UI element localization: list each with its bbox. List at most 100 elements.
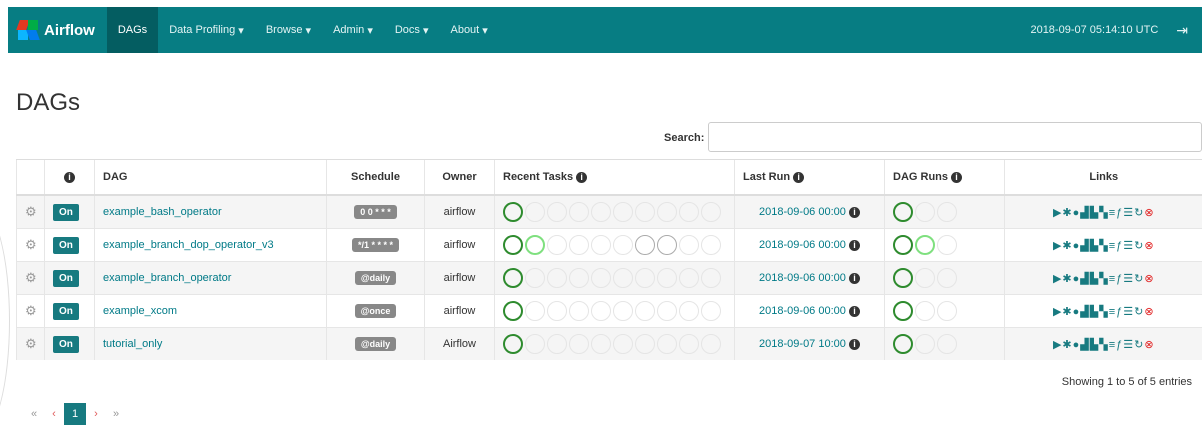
first-page-button[interactable]: «: [24, 403, 44, 425]
last-run-link[interactable]: 2018-09-06 00:00: [759, 239, 846, 251]
run-state-circle[interactable]: [915, 202, 935, 222]
trigger-icon[interactable]: ▶: [1053, 339, 1062, 351]
tree-view-icon[interactable]: ✱: [1062, 240, 1072, 252]
brand[interactable]: Airflow: [8, 7, 107, 53]
trigger-icon[interactable]: ▶: [1053, 207, 1062, 219]
last-run-link[interactable]: 2018-09-07 10:00: [759, 338, 846, 350]
task-state-circle[interactable]: [525, 268, 545, 288]
info-icon[interactable]: i: [576, 172, 587, 183]
tries-icon[interactable]: ▙: [1090, 306, 1099, 318]
refresh-icon[interactable]: ↻: [1134, 207, 1144, 219]
task-state-circle[interactable]: [503, 235, 523, 255]
refresh-icon[interactable]: ↻: [1134, 306, 1144, 318]
prev-page-button[interactable]: ‹: [44, 403, 64, 425]
landing-times-icon[interactable]: ▚: [1099, 306, 1108, 318]
dag-toggle[interactable]: On: [53, 237, 79, 254]
tries-icon[interactable]: ▙: [1090, 240, 1099, 252]
delete-icon[interactable]: ⊗: [1144, 240, 1154, 252]
task-state-circle[interactable]: [569, 301, 589, 321]
next-page-button[interactable]: ›: [86, 403, 106, 425]
nav-about[interactable]: About ▾: [439, 7, 498, 53]
run-state-circle[interactable]: [915, 301, 935, 321]
task-state-circle[interactable]: [657, 235, 677, 255]
logs-icon[interactable]: ☰: [1123, 207, 1134, 219]
task-state-circle[interactable]: [657, 301, 677, 321]
tree-view-icon[interactable]: ✱: [1062, 273, 1072, 285]
info-icon[interactable]: i: [849, 273, 860, 284]
task-state-circle[interactable]: [613, 235, 633, 255]
refresh-icon[interactable]: ↻: [1134, 273, 1144, 285]
task-state-circle[interactable]: [701, 235, 721, 255]
task-state-circle[interactable]: [547, 268, 567, 288]
task-state-circle[interactable]: [503, 202, 523, 222]
gantt-icon[interactable]: ≡: [1109, 339, 1116, 351]
header-dag-runs[interactable]: DAG Runs i: [885, 160, 1005, 196]
task-state-circle[interactable]: [613, 202, 633, 222]
task-state-circle[interactable]: [635, 268, 655, 288]
task-state-circle[interactable]: [701, 202, 721, 222]
tree-view-icon[interactable]: ✱: [1062, 207, 1072, 219]
delete-icon[interactable]: ⊗: [1144, 273, 1154, 285]
task-state-circle[interactable]: [547, 334, 567, 354]
task-state-circle[interactable]: [525, 301, 545, 321]
dag-id-link[interactable]: example_branch_dop_operator_v3: [103, 239, 274, 251]
run-state-circle[interactable]: [893, 202, 913, 222]
task-state-circle[interactable]: [613, 334, 633, 354]
task-state-circle[interactable]: [525, 334, 545, 354]
trigger-icon[interactable]: ▶: [1053, 240, 1062, 252]
dag-id-link[interactable]: example_branch_operator: [103, 272, 231, 284]
run-state-circle[interactable]: [915, 334, 935, 354]
task-state-circle[interactable]: [569, 334, 589, 354]
logs-icon[interactable]: ☰: [1123, 273, 1134, 285]
search-input[interactable]: [708, 122, 1202, 152]
run-state-circle[interactable]: [937, 301, 957, 321]
task-state-circle[interactable]: [547, 235, 567, 255]
nav-browse[interactable]: Browse ▾: [255, 7, 322, 53]
trigger-icon[interactable]: ▶: [1053, 306, 1062, 318]
info-icon[interactable]: i: [64, 172, 75, 183]
logs-icon[interactable]: ☰: [1123, 306, 1134, 318]
dag-id-link[interactable]: example_xcom: [103, 305, 177, 317]
duration-icon[interactable]: ▟: [1080, 240, 1089, 252]
run-state-circle[interactable]: [893, 334, 913, 354]
task-state-circle[interactable]: [635, 301, 655, 321]
current-page-button[interactable]: 1: [64, 403, 86, 425]
task-state-circle[interactable]: [679, 301, 699, 321]
nav-data-profiling[interactable]: Data Profiling ▾: [158, 7, 255, 53]
task-state-circle[interactable]: [657, 202, 677, 222]
dag-toggle[interactable]: On: [53, 204, 79, 221]
dag-toggle[interactable]: On: [53, 303, 79, 320]
info-icon[interactable]: i: [849, 339, 860, 350]
run-state-circle[interactable]: [893, 301, 913, 321]
info-icon[interactable]: i: [793, 172, 804, 183]
task-state-circle[interactable]: [503, 268, 523, 288]
header-owner[interactable]: Owner: [425, 160, 495, 196]
task-state-circle[interactable]: [591, 301, 611, 321]
run-state-circle[interactable]: [915, 268, 935, 288]
nav-admin[interactable]: Admin ▾: [322, 7, 384, 53]
duration-icon[interactable]: ▟: [1080, 207, 1089, 219]
run-state-circle[interactable]: [915, 235, 935, 255]
task-state-circle[interactable]: [503, 301, 523, 321]
header-last-run[interactable]: Last Run i: [735, 160, 885, 196]
last-page-button[interactable]: »: [106, 403, 126, 425]
dag-info-icon[interactable]: ⚙: [25, 303, 37, 318]
dag-id-link[interactable]: tutorial_only: [103, 338, 162, 350]
task-state-circle[interactable]: [503, 334, 523, 354]
duration-icon[interactable]: ▟: [1080, 339, 1089, 351]
dag-info-icon[interactable]: ⚙: [25, 270, 37, 285]
tries-icon[interactable]: ▙: [1090, 339, 1099, 351]
tree-view-icon[interactable]: ✱: [1062, 306, 1072, 318]
tree-view-icon[interactable]: ✱: [1062, 339, 1072, 351]
delete-icon[interactable]: ⊗: [1144, 339, 1154, 351]
task-state-circle[interactable]: [701, 334, 721, 354]
task-state-circle[interactable]: [679, 202, 699, 222]
nav-docs[interactable]: Docs ▾: [384, 7, 440, 53]
landing-times-icon[interactable]: ▚: [1099, 339, 1108, 351]
run-state-circle[interactable]: [893, 268, 913, 288]
refresh-icon[interactable]: ↻: [1134, 339, 1144, 351]
task-state-circle[interactable]: [591, 202, 611, 222]
run-state-circle[interactable]: [937, 202, 957, 222]
landing-times-icon[interactable]: ▚: [1099, 273, 1108, 285]
info-icon[interactable]: i: [849, 207, 860, 218]
